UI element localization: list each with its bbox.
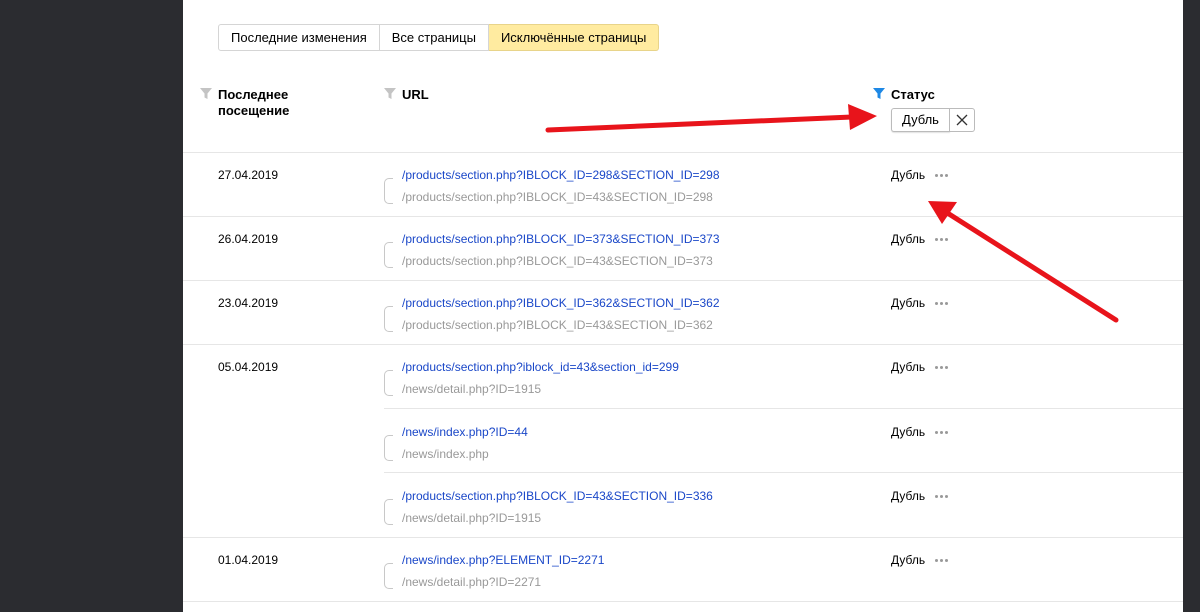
arrow-to-filter-icon [545,104,877,133]
arrow-to-status-icon [928,201,1119,323]
annotation-arrows [545,104,1119,323]
